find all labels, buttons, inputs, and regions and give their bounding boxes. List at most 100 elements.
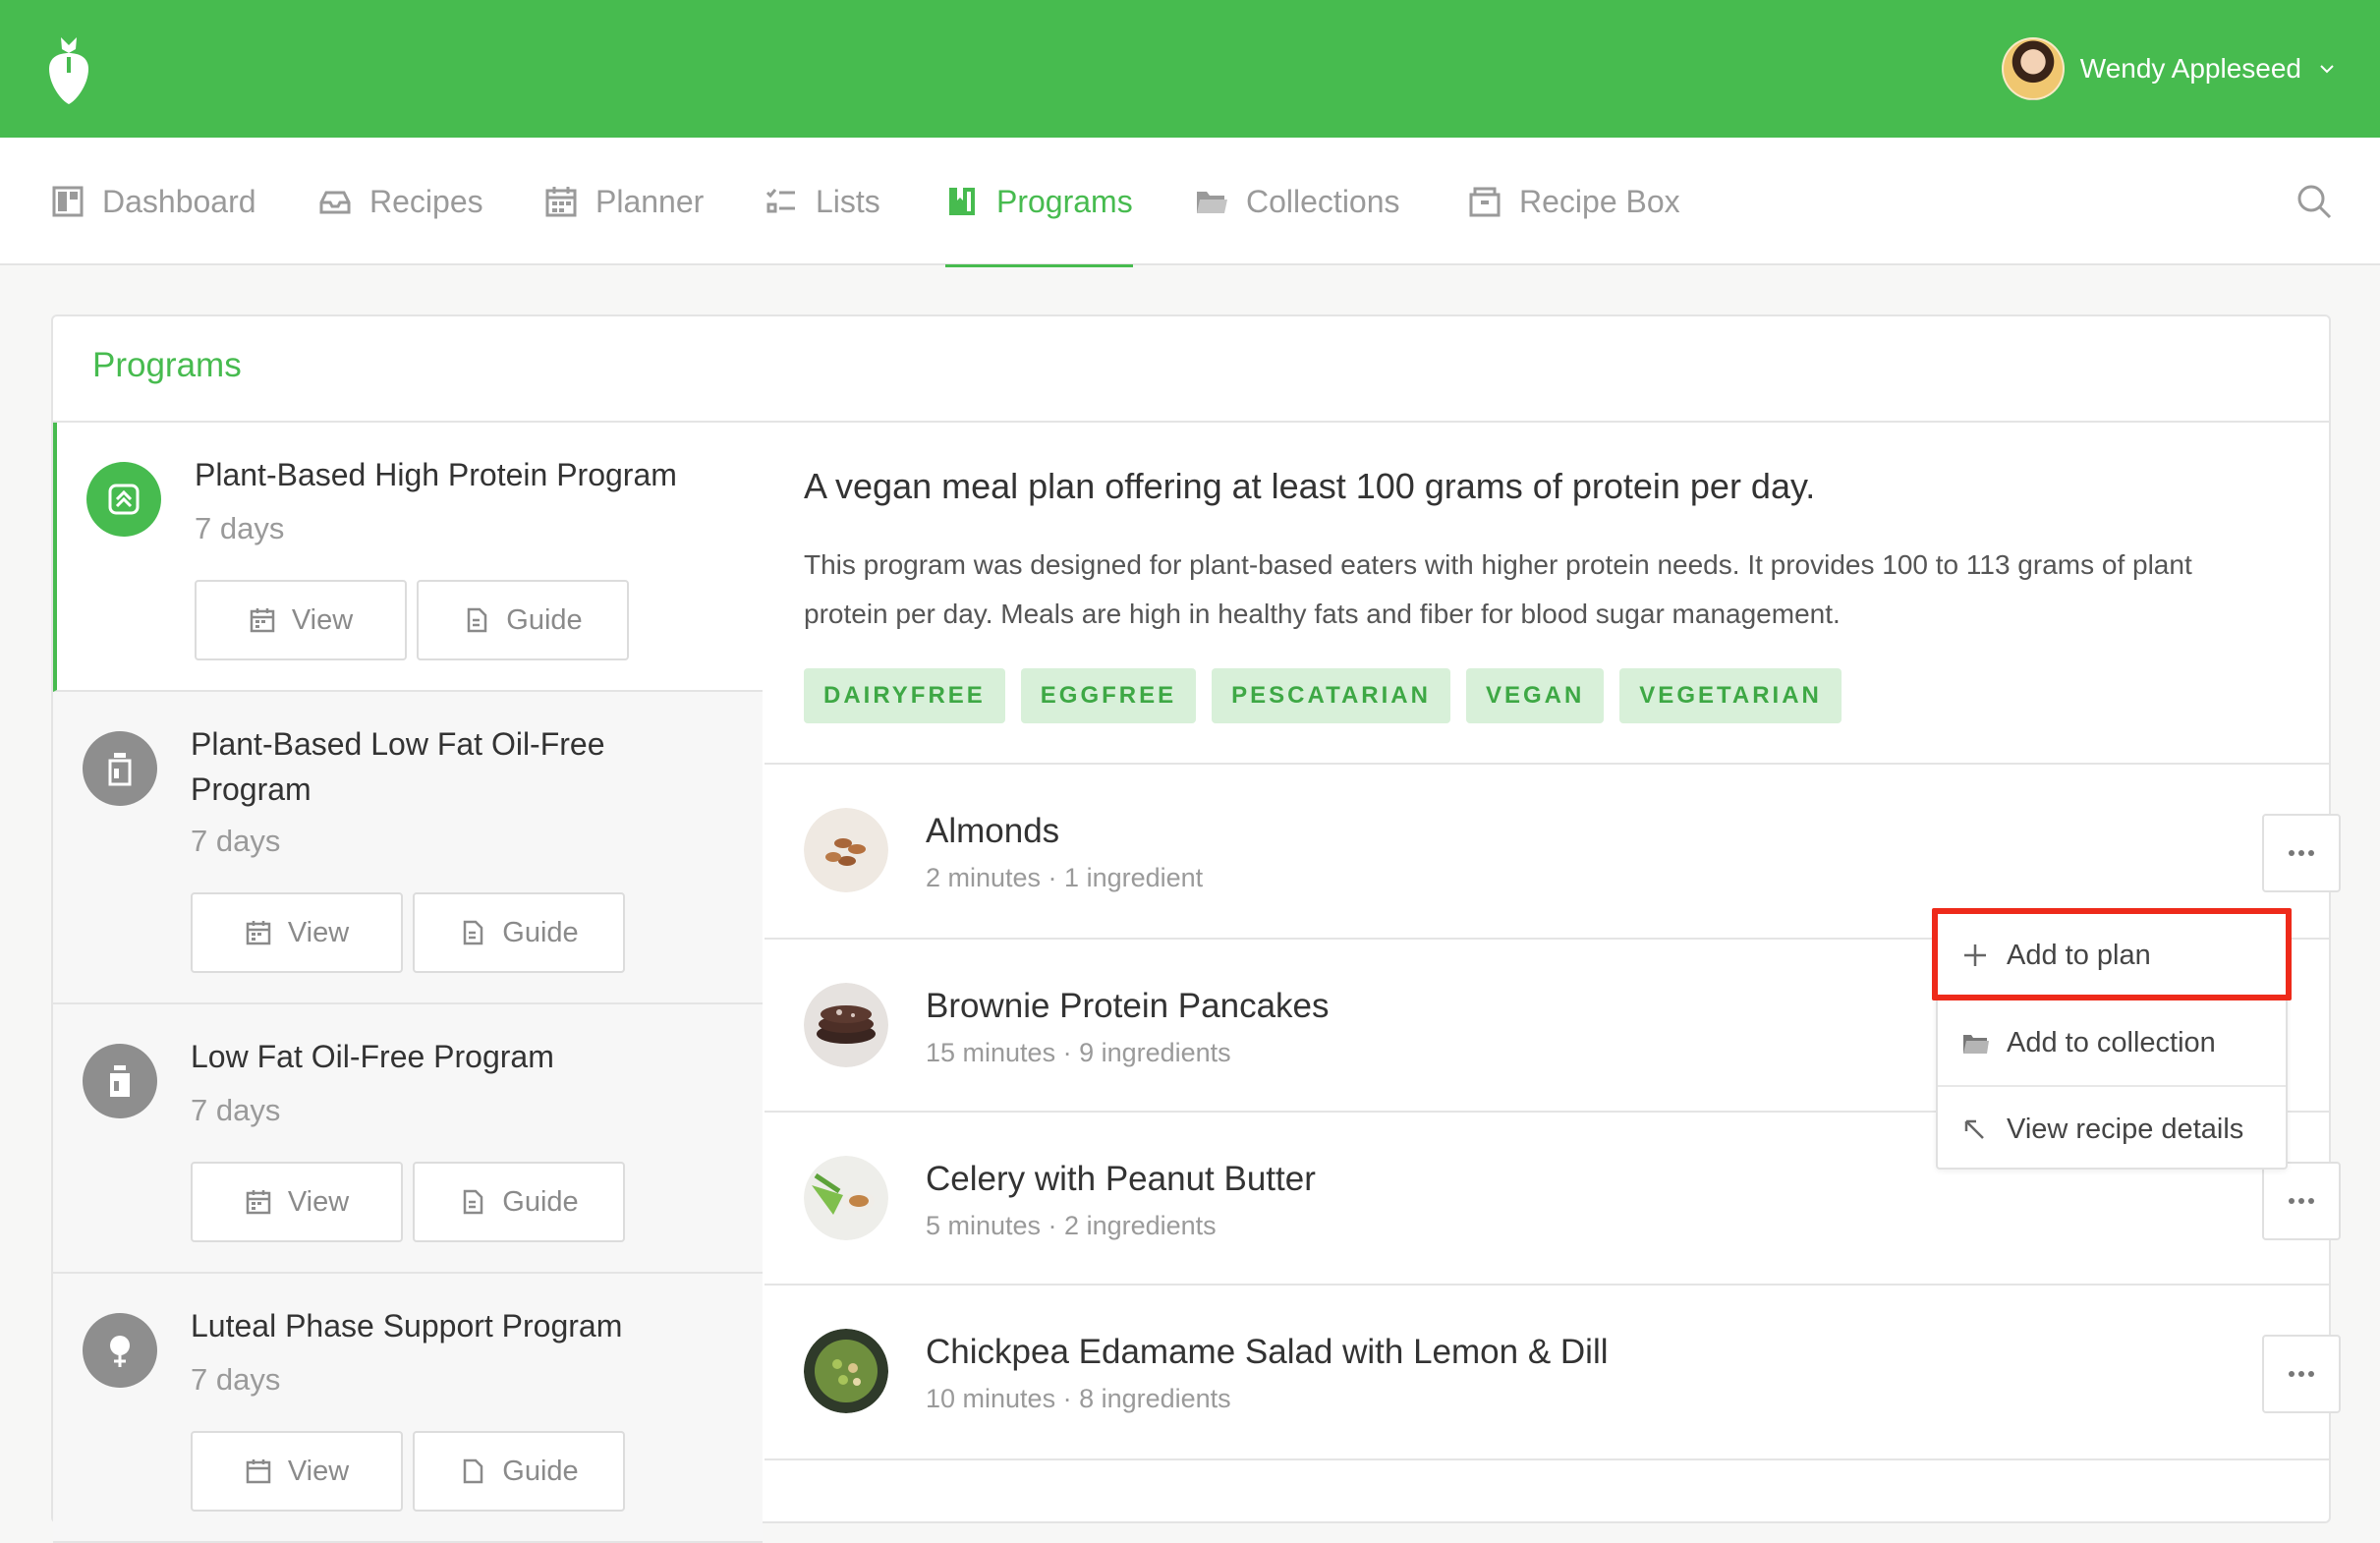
user-menu[interactable]: Wendy Appleseed xyxy=(2001,37,2337,100)
recipe-title[interactable]: Almonds xyxy=(926,812,1059,851)
guide-document-icon xyxy=(464,1458,483,1484)
guide-document-icon xyxy=(464,920,483,945)
program-headline: A vegan meal plan offering at least 100 … xyxy=(804,466,1816,506)
tag: PESCATARIAN xyxy=(1212,668,1450,723)
program-days: 7 days xyxy=(195,511,285,545)
calendar-icon xyxy=(246,1190,271,1215)
program-item[interactable]: Plant-Based Low Fat Oil-Free Program 7 d… xyxy=(53,692,763,1004)
main-nav: Dashboard Recipes Planner Lists Programs… xyxy=(0,138,2380,267)
recipe-meta: 10 minutes · 8 ingredients xyxy=(926,1384,1231,1413)
user-name[interactable]: Wendy Appleseed xyxy=(2080,53,2301,85)
nav-label: Recipe Box xyxy=(1519,183,1680,219)
oil-bottle-icon xyxy=(110,1065,130,1097)
view-button[interactable]: View xyxy=(195,580,407,660)
recipe-row[interactable]: Chickpea Edamame Salad with Lemon & Dill… xyxy=(765,1286,2341,1458)
recipe-meta: 2 minutes · 1 ingredient xyxy=(926,863,1204,892)
calendar-icon xyxy=(545,187,577,217)
nav-item-lists[interactable]: Lists xyxy=(765,138,880,265)
view-button[interactable]: View xyxy=(191,1162,403,1242)
recipe-title[interactable]: Chickpea Edamame Salad with Lemon & Dill xyxy=(926,1333,1609,1372)
button-label: View xyxy=(287,1455,350,1487)
tag: VEGAN xyxy=(1465,668,1605,723)
nav-item-recipes[interactable]: Recipes xyxy=(318,138,483,265)
view-button[interactable]: View xyxy=(191,1431,403,1512)
checklist-icon xyxy=(765,189,795,213)
program-title: Plant-Based Low Fat Oil-Free Program xyxy=(191,726,605,807)
nav-label: Planner xyxy=(595,183,705,219)
recipe-thumbnail[interactable] xyxy=(804,1156,888,1240)
protein-icon xyxy=(108,484,140,515)
ellipsis-icon xyxy=(2289,1371,2314,1377)
recipe-meta: 15 minutes · 9 ingredients xyxy=(926,1038,1231,1067)
nav-label: Lists xyxy=(816,183,880,219)
button-label: Guide xyxy=(506,603,583,636)
dashboard-icon xyxy=(52,186,84,217)
program-days: 7 days xyxy=(191,1093,281,1127)
more-options-button[interactable] xyxy=(2262,814,2341,892)
tag: DAIRYFREE xyxy=(804,668,1005,723)
more-options-button[interactable] xyxy=(2262,1162,2341,1240)
search-icon[interactable] xyxy=(2295,183,2333,220)
guide-document-icon xyxy=(464,1189,483,1215)
view-button[interactable]: View xyxy=(191,892,403,973)
recipes-tray-icon xyxy=(319,191,351,214)
box-icon xyxy=(1469,187,1501,217)
program-title: Plant-Based High Protein Program xyxy=(195,457,677,492)
calendar-icon xyxy=(246,921,271,945)
program-icon xyxy=(86,462,161,537)
program-item[interactable]: Low Fat Oil-Free Program 7 days View Gui… xyxy=(53,1004,763,1274)
strawberry-logo-icon[interactable] xyxy=(43,33,94,106)
guide-button[interactable]: Guide xyxy=(413,892,625,973)
top-bar: Wendy Appleseed xyxy=(0,0,2380,138)
menu-item-add-to-collection[interactable]: Add to collection xyxy=(1938,999,2286,1085)
recipe-title[interactable]: Brownie Protein Pancakes xyxy=(926,987,1330,1026)
recipe-thumbnail[interactable] xyxy=(804,983,888,1067)
menu-item-label: View recipe details xyxy=(2007,1113,2244,1145)
nav-item-collections[interactable]: Collections xyxy=(1195,138,1400,265)
tag: EGGFREE xyxy=(1020,668,1197,723)
menu-item-view-recipe-details[interactable]: View recipe details xyxy=(1938,1085,2286,1172)
nav-item-recipe-box[interactable]: Recipe Box xyxy=(1468,138,1680,265)
recipe-thumbnail[interactable] xyxy=(804,808,888,892)
guide-button[interactable]: Guide xyxy=(413,1431,625,1512)
tag: VEGETARIAN xyxy=(1619,668,1842,723)
tag-list: DAIRYFREE EGGFREE PESCATARIAN VEGAN VEGE… xyxy=(804,668,1842,723)
recipe-thumbnail[interactable] xyxy=(804,1329,888,1413)
chevron-down-icon[interactable] xyxy=(2317,59,2337,79)
calendar-icon xyxy=(250,608,275,633)
guide-button[interactable]: Guide xyxy=(413,1162,625,1242)
nav-item-planner[interactable]: Planner xyxy=(544,138,704,265)
avatar[interactable] xyxy=(2001,37,2065,100)
program-item[interactable]: Luteal Phase Support Program 7 days View… xyxy=(53,1274,763,1543)
recipe-meta: 5 minutes · 2 ingredients xyxy=(926,1211,1217,1240)
nav-label: Programs xyxy=(996,183,1133,219)
guide-button[interactable]: Guide xyxy=(417,580,629,660)
female-symbol-icon xyxy=(110,1336,130,1367)
nav-item-dashboard[interactable]: Dashboard xyxy=(51,138,256,265)
recipe-actions-menu: Add to plan Add to collection View recip… xyxy=(1936,910,2288,1170)
program-description: This program was designed for plant-base… xyxy=(804,549,2192,629)
recipe-title[interactable]: Celery with Peanut Butter xyxy=(926,1160,1316,1199)
ellipsis-icon xyxy=(2289,1198,2314,1204)
button-label: View xyxy=(291,603,354,636)
nav-label: Dashboard xyxy=(102,183,256,219)
menu-item-add-to-plan[interactable]: Add to plan xyxy=(1938,912,2286,999)
more-options-button[interactable] xyxy=(2262,1335,2341,1413)
button-label: View xyxy=(287,916,350,948)
calendar-icon xyxy=(246,1459,271,1484)
program-item[interactable]: Plant-Based High Protein Program 7 days … xyxy=(53,423,763,692)
button-label: View xyxy=(287,1185,350,1218)
ellipsis-icon xyxy=(2289,850,2314,856)
arrow-up-left-icon xyxy=(1964,1119,1984,1139)
button-label: Guide xyxy=(502,1455,579,1487)
panel-title: Programs xyxy=(92,346,242,384)
program-days: 7 days xyxy=(191,1362,281,1397)
program-icon xyxy=(83,731,157,806)
program-icon xyxy=(83,1313,157,1388)
menu-item-label: Add to collection xyxy=(2007,1026,2216,1058)
folder-icon xyxy=(1197,192,1227,213)
nav-item-programs[interactable]: Programs xyxy=(945,138,1133,267)
button-label: Guide xyxy=(502,1185,579,1218)
program-title: Luteal Phase Support Program xyxy=(191,1308,623,1343)
menu-item-label: Add to plan xyxy=(2007,939,2151,971)
